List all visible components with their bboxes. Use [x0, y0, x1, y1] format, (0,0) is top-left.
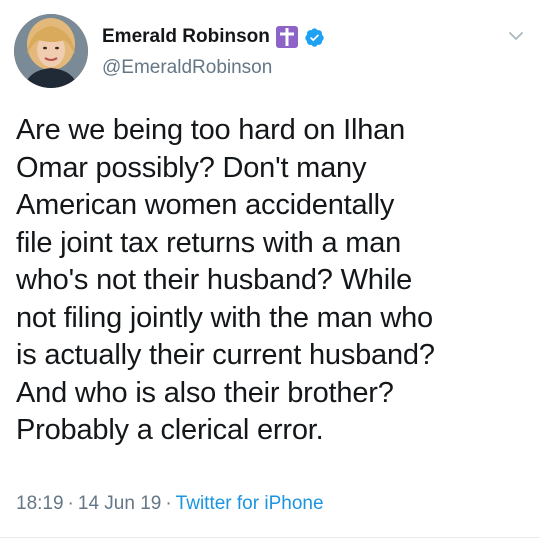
verified-badge-icon [304, 27, 325, 48]
chevron-down-icon[interactable] [506, 26, 526, 46]
display-name[interactable]: Emerald Robinson [102, 26, 270, 48]
user-handle[interactable]: @EmeraldRobinson [102, 57, 272, 79]
tweet-meta: 18:19 · 14 Jun 19 · Twitter for iPhone [16, 493, 324, 515]
tweet-text: Are we being too hard on Ilhan Omar poss… [16, 114, 435, 446]
meta-separator: · [67, 493, 74, 514]
tweet-time[interactable]: 18:19 [16, 493, 64, 514]
cross-emoji-icon [275, 26, 298, 48]
name-row: Emerald Robinson [102, 22, 325, 52]
meta-separator: · [165, 493, 172, 514]
tweet-source-link[interactable]: Twitter for iPhone [176, 493, 324, 514]
avatar[interactable] [14, 14, 88, 88]
tweet-card: Emerald Robinson @EmeraldRobinson Are we… [0, 0, 540, 538]
tweet-date[interactable]: 14 Jun 19 [78, 493, 161, 514]
